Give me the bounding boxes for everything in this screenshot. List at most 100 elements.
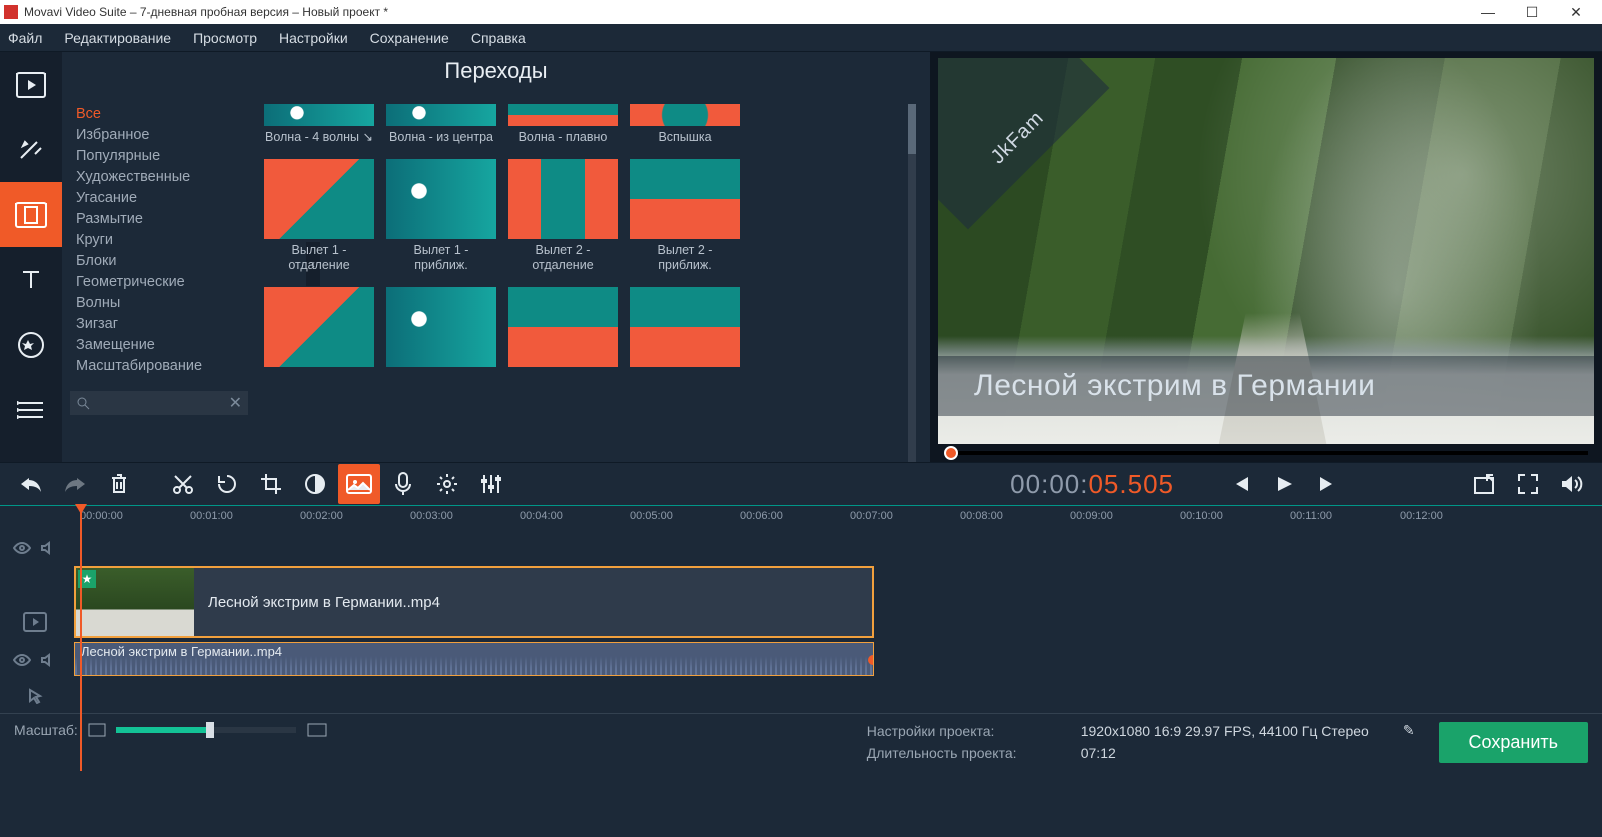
redo-button[interactable] xyxy=(54,464,96,504)
menu-save[interactable]: Сохранение xyxy=(370,30,449,46)
export-frame-button[interactable] xyxy=(1464,464,1504,504)
category-item[interactable]: Популярные xyxy=(70,146,252,167)
ruler-tick: 00:12:00 xyxy=(1400,510,1443,522)
side-titles-button[interactable] xyxy=(0,247,62,312)
search-clear-icon[interactable]: ✕ xyxy=(229,393,242,413)
ruler-tick: 00:03:00 xyxy=(410,510,453,522)
eye-icon[interactable] xyxy=(13,541,31,555)
ruler-tick: 00:06:00 xyxy=(740,510,783,522)
transition-item[interactable] xyxy=(630,287,740,367)
transition-item[interactable]: Волна - плавно xyxy=(508,104,618,145)
category-item[interactable]: Угасание xyxy=(70,188,252,209)
transition-item[interactable] xyxy=(264,287,374,367)
audio-clip-label: Лесной экстрим в Германии..mp4 xyxy=(81,644,282,659)
category-item[interactable]: Блоки xyxy=(70,251,252,272)
undo-button[interactable] xyxy=(10,464,52,504)
menu-edit[interactable]: Редактирование xyxy=(64,30,171,46)
window-close-button[interactable]: ✕ xyxy=(1554,4,1598,21)
zoom-slider-knob[interactable] xyxy=(206,722,214,738)
transition-item[interactable]: Вылет 2 - отдаление xyxy=(508,159,618,273)
zoom-out-icon[interactable] xyxy=(88,723,106,737)
window-minimize-button[interactable]: — xyxy=(1466,4,1510,20)
color-adjust-button[interactable] xyxy=(294,464,336,504)
fit-timeline-icon[interactable] xyxy=(306,722,328,738)
category-item[interactable]: Зигзаг xyxy=(70,314,252,335)
category-item[interactable]: Геометрические xyxy=(70,272,252,293)
zoom-slider[interactable] xyxy=(116,727,296,733)
side-stickers-button[interactable] xyxy=(0,312,62,377)
ruler-tick: 00:09:00 xyxy=(1070,510,1113,522)
category-item[interactable]: Размытие xyxy=(70,209,252,230)
prev-frame-button[interactable] xyxy=(1220,464,1260,504)
next-frame-button[interactable] xyxy=(1308,464,1348,504)
transition-item[interactable]: Вылет 1 - отдаление xyxy=(264,159,374,273)
menu-view[interactable]: Просмотр xyxy=(193,30,257,46)
project-settings-value: 1920x1080 16:9 29.97 FPS, 44100 Гц Стере… xyxy=(1081,723,1369,739)
speaker-icon[interactable] xyxy=(41,653,57,667)
transition-label: Вылет 2 - отдаление xyxy=(508,243,618,273)
audio-clip-handle[interactable] xyxy=(868,655,874,665)
category-item[interactable]: Круги xyxy=(70,230,252,251)
menu-bar: Файл Редактирование Просмотр Настройки С… xyxy=(0,24,1602,52)
transitions-scrollbar[interactable] xyxy=(908,104,916,462)
category-panel: ВсеИзбранноеПопулярныеХудожественныеУгас… xyxy=(70,60,252,462)
preview-seek-knob[interactable] xyxy=(944,446,958,460)
timeline-ruler[interactable]: 00:00:0000:01:0000:02:0000:03:0000:04:00… xyxy=(0,506,1602,530)
transition-label: Вылет 1 - отдаление xyxy=(264,243,374,273)
side-media-button[interactable] xyxy=(0,52,62,117)
side-more-button[interactable] xyxy=(0,377,62,442)
speaker-icon[interactable] xyxy=(41,541,57,555)
category-item[interactable]: Избранное xyxy=(70,125,252,146)
video-clip[interactable]: ★ Лесной экстрим в Германии..mp4 xyxy=(74,566,874,638)
audio-clip[interactable]: Лесной экстрим в Германии..mp4 xyxy=(74,642,874,676)
transition-item[interactable]: Волна - 4 волны ↘ xyxy=(264,104,374,145)
watermark-text: Лесной экстрим в Германии xyxy=(938,356,1594,416)
category-item[interactable]: Художественные xyxy=(70,167,252,188)
transition-item[interactable] xyxy=(386,287,496,367)
rotate-button[interactable] xyxy=(206,464,248,504)
project-duration-label: Длительность проекта: xyxy=(867,745,1057,761)
transition-item[interactable]: Вспышка xyxy=(630,104,740,145)
play-button[interactable] xyxy=(1264,464,1304,504)
delete-button[interactable] xyxy=(98,464,140,504)
category-item[interactable]: Все xyxy=(70,104,252,125)
ruler-tick: 00:00:00 xyxy=(80,510,123,522)
settings-button[interactable] xyxy=(426,464,468,504)
transition-item[interactable]: Вылет 1 - приближ. xyxy=(386,159,496,273)
category-search[interactable]: ✕ xyxy=(70,391,248,415)
equalizer-button[interactable] xyxy=(470,464,512,504)
category-item[interactable]: Волны xyxy=(70,293,252,314)
preview-panel: JkFam Лесной экстрим в Германии xyxy=(930,52,1602,462)
side-filters-button[interactable] xyxy=(0,117,62,182)
preview-seek-bar[interactable] xyxy=(944,451,1588,455)
status-bar: Масштаб: Настройки проекта: 1920x1080 16… xyxy=(0,713,1602,771)
cut-button[interactable] xyxy=(162,464,204,504)
preview-video: JkFam Лесной экстрим в Германии xyxy=(938,58,1594,444)
app-icon xyxy=(4,5,18,19)
edit-project-settings-icon[interactable]: ✎ xyxy=(1403,722,1415,739)
ruler-tick: 00:04:00 xyxy=(520,510,563,522)
ruler-tick: 00:07:00 xyxy=(850,510,893,522)
category-item[interactable]: Замещение xyxy=(70,335,252,356)
menu-settings[interactable]: Настройки xyxy=(279,30,348,46)
save-button[interactable]: Сохранить xyxy=(1439,722,1588,763)
menu-file[interactable]: Файл xyxy=(8,30,42,46)
side-transitions-button[interactable] xyxy=(0,182,62,247)
timeline-toolbar: 00:00:05.505 xyxy=(0,462,1602,506)
menu-help[interactable]: Справка xyxy=(471,30,526,46)
volume-button[interactable] xyxy=(1552,464,1592,504)
window-maximize-button[interactable]: ☐ xyxy=(1510,4,1554,21)
transition-label: Вспышка xyxy=(630,130,740,145)
transition-item[interactable] xyxy=(508,287,618,367)
category-item[interactable]: Масштабирование xyxy=(70,356,252,377)
transition-item[interactable]: Вылет 2 - приближ. xyxy=(630,159,740,273)
clip-properties-button[interactable] xyxy=(338,464,380,504)
eye-icon[interactable] xyxy=(13,653,31,667)
zoom-label: Масштаб: xyxy=(14,722,78,738)
fullscreen-button[interactable] xyxy=(1508,464,1548,504)
ruler-tick: 00:08:00 xyxy=(960,510,1003,522)
record-audio-button[interactable] xyxy=(382,464,424,504)
transition-item[interactable]: Волна - из центра xyxy=(386,104,496,145)
crop-button[interactable] xyxy=(250,464,292,504)
playhead[interactable] xyxy=(80,506,82,771)
